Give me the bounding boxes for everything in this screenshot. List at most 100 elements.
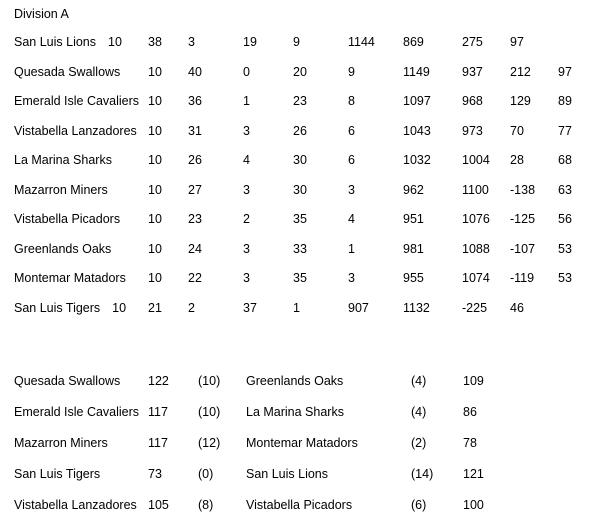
standings-cell: 27 (188, 182, 202, 197)
standings-cell: 1043 (403, 123, 431, 138)
standings-team-name: Vistabella Lanzadores (0, 117, 148, 147)
standings-cell: 4 (348, 212, 355, 226)
standings-cell: 3 (188, 35, 195, 49)
team-label: Greenlands Oaks (14, 241, 112, 256)
standings-team-name: Greenlands Oaks (0, 235, 148, 265)
results-away-team: San Luis Lions (246, 467, 329, 481)
standings-cell: 1097 (403, 94, 431, 108)
results-home-score: 117 (148, 436, 168, 450)
standings-cell: 35 (293, 212, 307, 226)
standings-cell: 1074 (462, 271, 490, 285)
standings-team-name: Emerald Isle Cavaliers (0, 87, 148, 117)
team-label: San Luis Tigers (14, 300, 101, 315)
standings-cell: 937 (462, 64, 483, 79)
results-home-team: Quesada Swallows (14, 374, 121, 388)
team-label: Quesada Swallows (14, 64, 121, 79)
standings-cell: 1032 (403, 153, 431, 167)
standings-cell: 1144 (348, 35, 375, 49)
standings-cell: 89 (558, 94, 572, 108)
standings-cell: -125 (510, 212, 536, 226)
standings-cell: 10 (148, 94, 162, 108)
standings-cell: 77 (558, 123, 572, 138)
results-away-bonus: (6) (411, 498, 427, 512)
results-row: San Luis Tigers 73 (0) San Luis Lions (14) 12… (0, 459, 600, 490)
standings-cell: -225 (462, 300, 488, 315)
results-row-spacer (523, 459, 600, 490)
standings-cell: 10 (148, 64, 162, 79)
results-away-score: 78 (463, 436, 477, 450)
standings-cell: 973 (462, 123, 483, 138)
results-away-bonus: (4) (411, 374, 427, 388)
standings-cell: 8 (348, 94, 355, 108)
results-row-spacer (523, 428, 600, 459)
results-table-body: Quesada Swallows 122 (10) Greenlands Oaks (4… (0, 366, 600, 521)
standings-cell: 56 (558, 212, 572, 226)
standings-cell: 40 (188, 64, 202, 79)
standings-cell: 46 (510, 300, 524, 315)
results-home-bonus: (12) (198, 436, 221, 450)
standings-team-name: Mazarron Miners (0, 176, 148, 206)
standings-cell: 38 (148, 35, 162, 49)
team-label: Montemar Matadors (14, 271, 126, 285)
standings-cell: 869 (403, 35, 424, 49)
standings-row: San Luis Tigers 10 21 2 37 1 907 1132 -225 46 (0, 294, 600, 324)
standings-cell-played: 10 (112, 300, 127, 315)
standings-cell: 26 (188, 153, 202, 167)
results-away-bonus: (4) (411, 405, 427, 419)
standings-cell: 10 (148, 212, 162, 226)
standings-cell: 2 (188, 300, 195, 315)
results-row: Emerald Isle Cavaliers 117 (10) La Marina S… (0, 397, 600, 428)
standings-cell: 3 (243, 241, 250, 256)
standings-cell: -107 (510, 241, 536, 256)
standings-table: San Luis Lions 10 38 3 19 9 1144 869 275 97 Quesad… (0, 28, 600, 323)
results-home-score: 122 (148, 374, 169, 388)
results-row-spacer (523, 366, 600, 397)
standings-cell: 37 (243, 300, 257, 315)
standings-cell: 31 (188, 123, 202, 138)
standings-row: Mazarron Miners 10 27 3 30 3 962 1100 -138 63 (0, 176, 600, 206)
standings-row: San Luis Lions 10 38 3 19 9 1144 869 275 97 (0, 28, 600, 58)
standings-cell: 10 (148, 271, 162, 285)
standings-cell: 10 (148, 123, 162, 138)
results-home-score: 73 (148, 467, 162, 481)
standings-cell: 981 (403, 241, 424, 256)
results-row-spacer (523, 490, 600, 521)
results-home-score: 117 (148, 405, 168, 419)
standings-row: Vistabella Lanzadores 10 31 3 26 6 1043 973 70 77 (0, 117, 600, 147)
results-away-team: Vistabella Picadors (246, 498, 353, 512)
standings-cell: 951 (403, 212, 424, 226)
standings-cell: 30 (293, 153, 307, 167)
standings-row: Emerald Isle Cavaliers 10 36 1 23 8 1097 968 129… (0, 87, 600, 117)
standings-cell (558, 28, 600, 58)
results-table: Quesada Swallows 122 (10) Greenlands Oaks (4… (0, 366, 600, 521)
results-away-score: 109 (463, 374, 484, 388)
standings-team-name: Quesada Swallows (0, 58, 148, 88)
results-away-team: Montemar Matadors (246, 436, 358, 450)
standings-cell: 70 (510, 123, 524, 138)
standings-cell-played: 10 (108, 35, 122, 49)
standings-cell: 129 (510, 94, 531, 108)
standings-cell: 1076 (462, 212, 490, 226)
results-away-score: 121 (463, 467, 484, 481)
results-away-team: Greenlands Oaks (246, 374, 344, 388)
results-home-bonus: (10) (198, 374, 221, 388)
document-body: Division A San Luis Lions 10 38 3 19 9 1144 869… (0, 0, 600, 529)
standings-cell: 23 (293, 94, 307, 108)
results-home-score: 105 (148, 498, 169, 512)
standings-cell: 0 (243, 64, 250, 79)
results-away-bonus: (14) (411, 467, 434, 481)
standings-cell: 23 (188, 212, 202, 226)
team-label: Emerald Isle Cavaliers (14, 94, 140, 108)
standings-cell: 63 (558, 182, 572, 197)
standings-cell: 3 (348, 271, 355, 285)
standings-cell: 1149 (403, 64, 430, 79)
results-home-bonus: (8) (198, 498, 214, 512)
standings-cell: 1088 (462, 241, 490, 256)
standings-team-name: San Luis Tigers 10 (0, 294, 148, 324)
standings-cell: 30 (293, 182, 307, 197)
standings-cell: 1100 (462, 182, 489, 197)
standings-cell: 33 (293, 241, 307, 256)
results-row: Mazarron Miners 117 (12) Montemar Matadors (… (0, 428, 600, 459)
results-home-team: San Luis Tigers (14, 467, 101, 481)
standings-cell: 97 (558, 64, 572, 79)
